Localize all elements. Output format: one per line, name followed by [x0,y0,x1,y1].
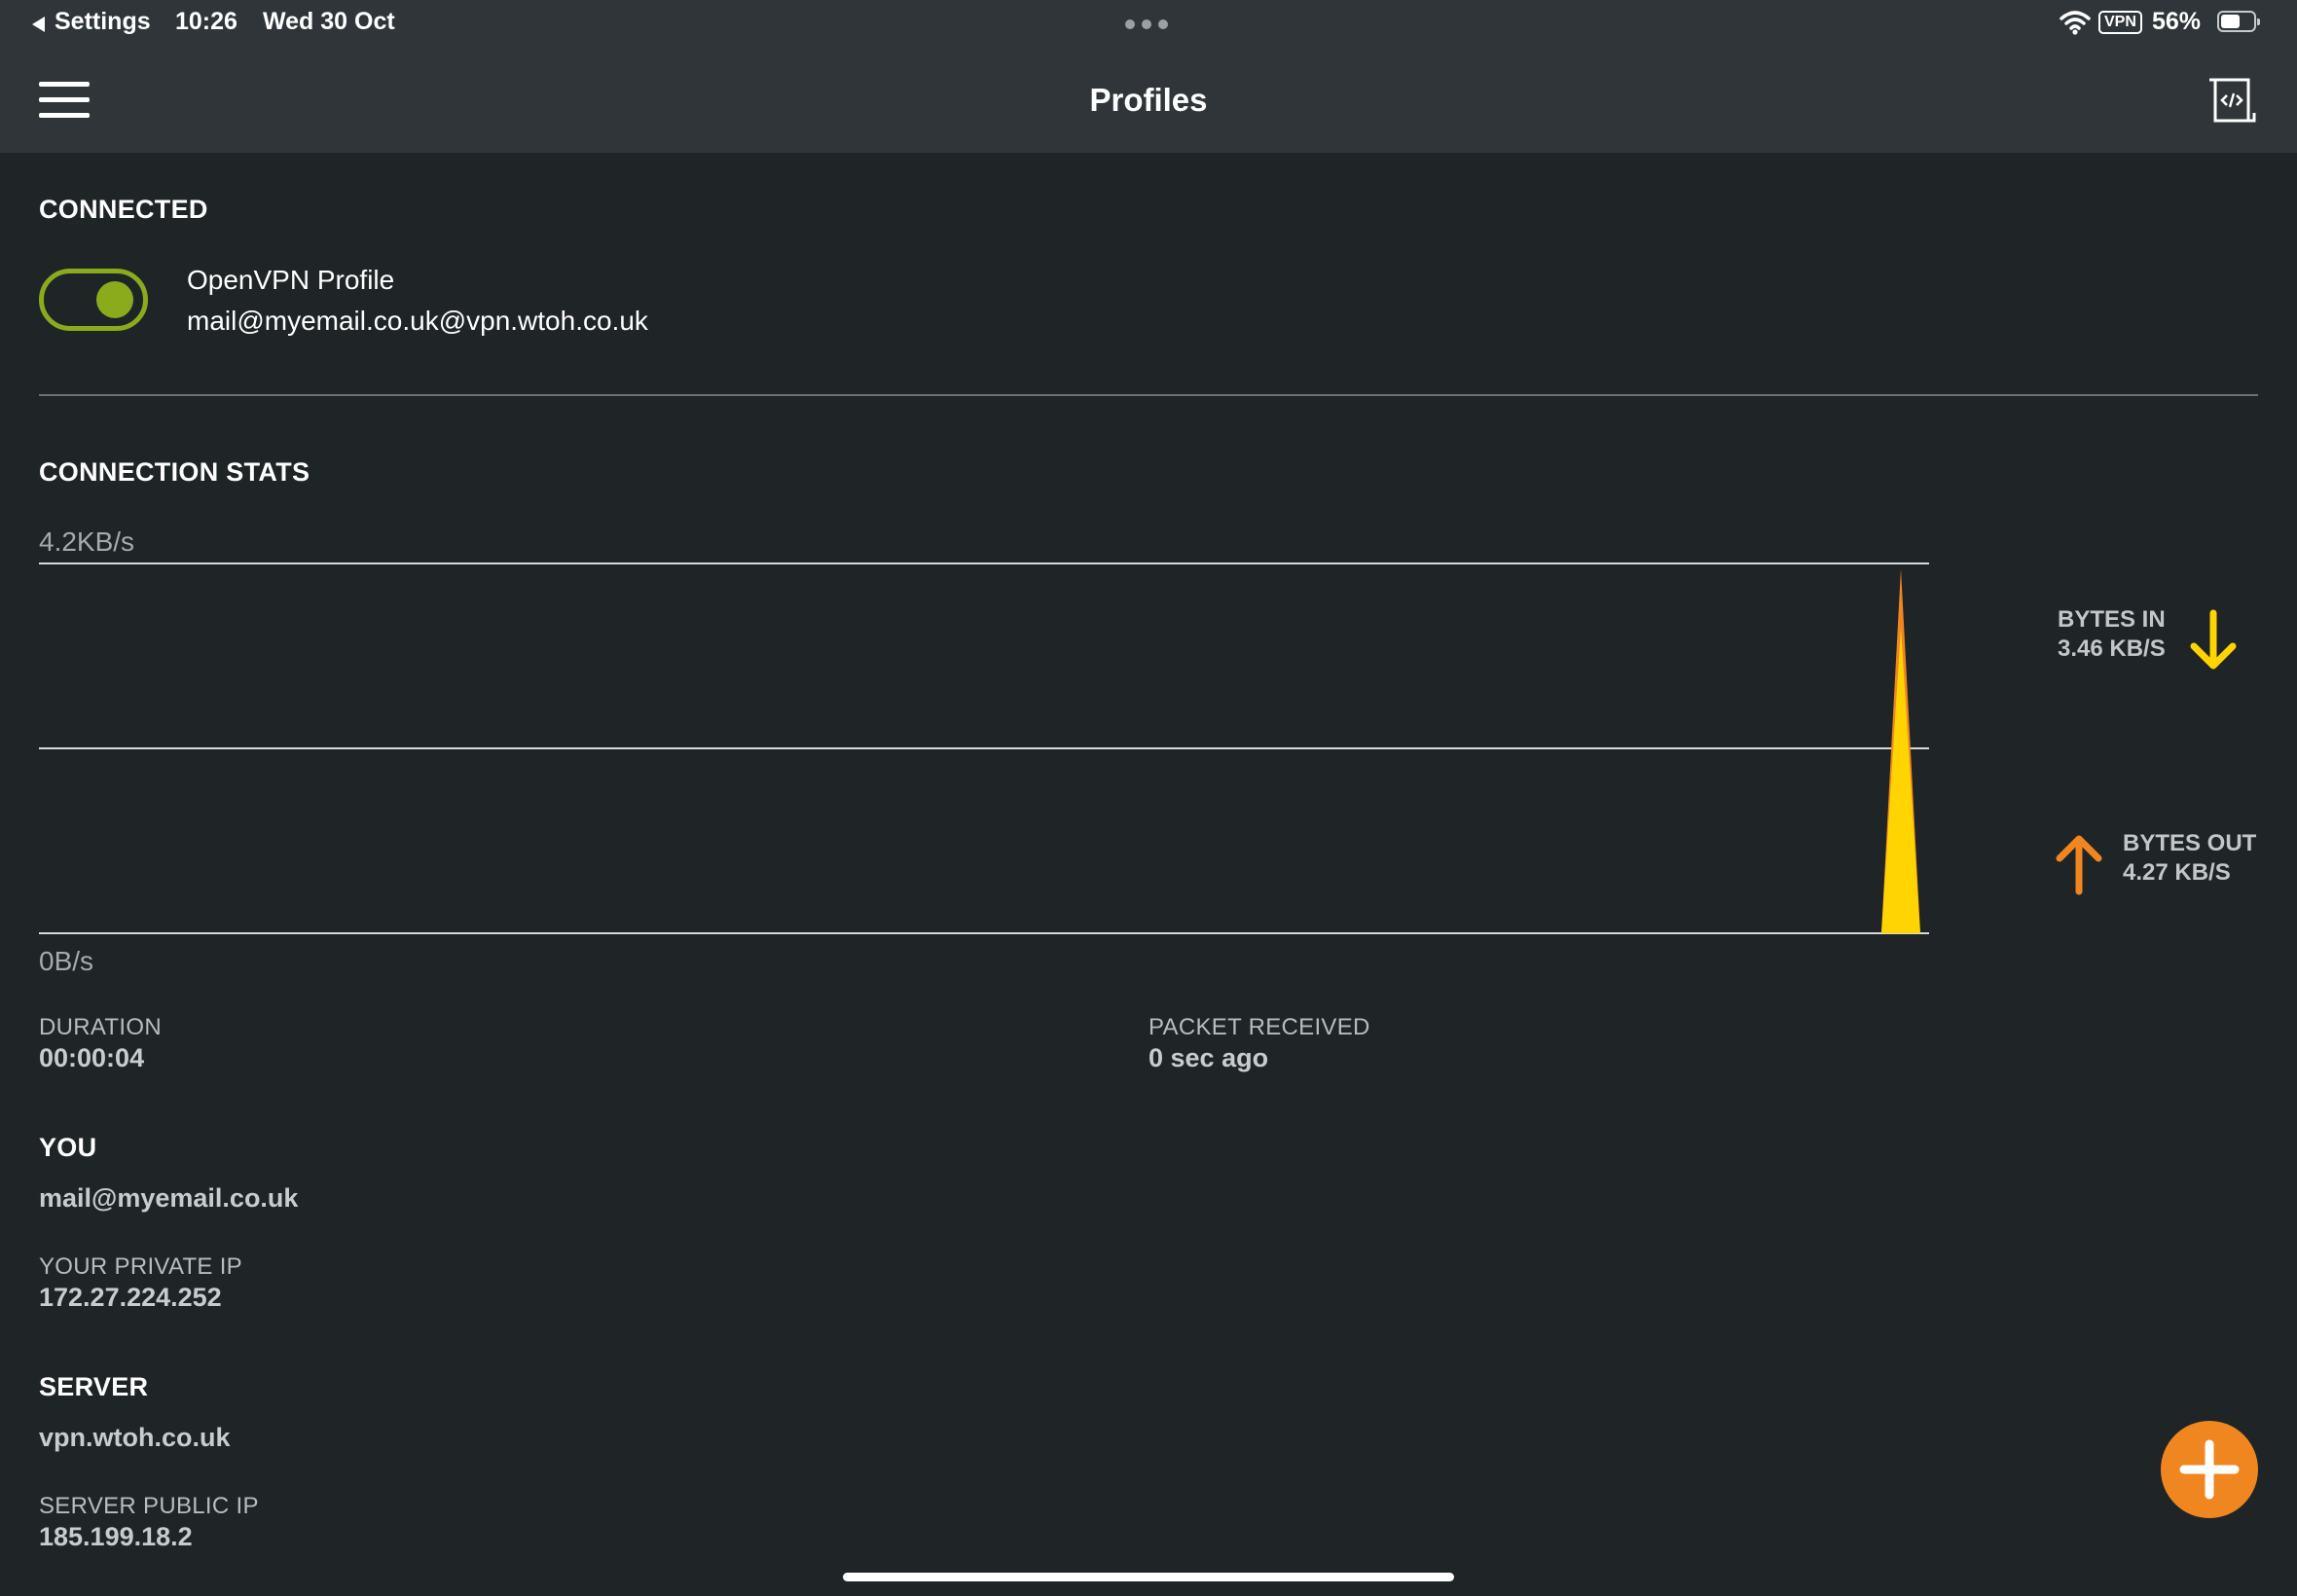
arrow-down-icon [2190,609,2237,670]
profile-address: mail@myemail.co.uk@vpn.wtoh.co.uk [187,306,648,336]
chart-max-label: 4.2KB/s [39,526,135,557]
server-public-ip-value: 185.199.18.2 [39,1522,193,1551]
bytes-out-value: 4.27 KB/S [2123,859,2231,886]
user-email: mail@myemail.co.uk [39,1183,299,1213]
chart-area-bytes-in [1881,628,1920,933]
bytes-in-label: BYTES IN [2058,606,2166,633]
bytes-out-label: BYTES OUT [2123,830,2257,856]
status-date: Wed 30 Oct [263,8,395,35]
vpn-badge: VPN [2098,11,2142,34]
toggle-knob [96,281,133,318]
back-triangle-icon [32,17,45,32]
wifi-icon [2060,11,2091,35]
connected-heading: CONNECTED [39,195,208,224]
top-bar: Settings 10:26 Wed 30 Oct VPN 56% Profil… [0,0,2297,153]
status-time: 10:26 [175,8,237,35]
code-document-icon[interactable] [2206,76,2258,125]
duration-label: DURATION [39,1014,162,1040]
duration-value: 00:00:04 [39,1043,145,1072]
packet-received-value: 0 sec ago [1148,1043,1269,1072]
home-indicator[interactable] [843,1573,1454,1581]
vpn-toggle-switch[interactable] [39,269,148,331]
page-title: Profiles [1089,82,1208,118]
packet-received-label: PACKET RECEIVED [1148,1014,1370,1040]
profile-name[interactable]: OpenVPN Profile [187,265,394,296]
connection-stats-heading: CONNECTION STATS [39,457,310,487]
back-label: Settings [55,8,151,35]
arrow-up-icon [2056,835,2102,895]
battery-icon [2217,11,2260,32]
section-divider [39,394,2258,396]
multitasking-dots-icon[interactable] [1125,18,1172,29]
private-ip-label: YOUR PRIVATE IP [39,1253,242,1280]
you-heading: YOU [39,1133,97,1162]
add-profile-button[interactable] [2161,1421,2258,1518]
chart-min-label: 0B/s [39,946,94,976]
traffic-chart [1881,568,1920,933]
private-ip-value: 172.27.224.252 [39,1283,222,1312]
battery-percentage: 56% [2152,8,2202,35]
server-public-ip-label: SERVER PUBLIC IP [39,1493,259,1519]
bytes-in-value: 3.46 KB/S [2058,635,2166,662]
server-host: vpn.wtoh.co.uk [39,1423,231,1452]
server-heading: SERVER [39,1372,149,1401]
plus-icon [2179,1439,2240,1500]
